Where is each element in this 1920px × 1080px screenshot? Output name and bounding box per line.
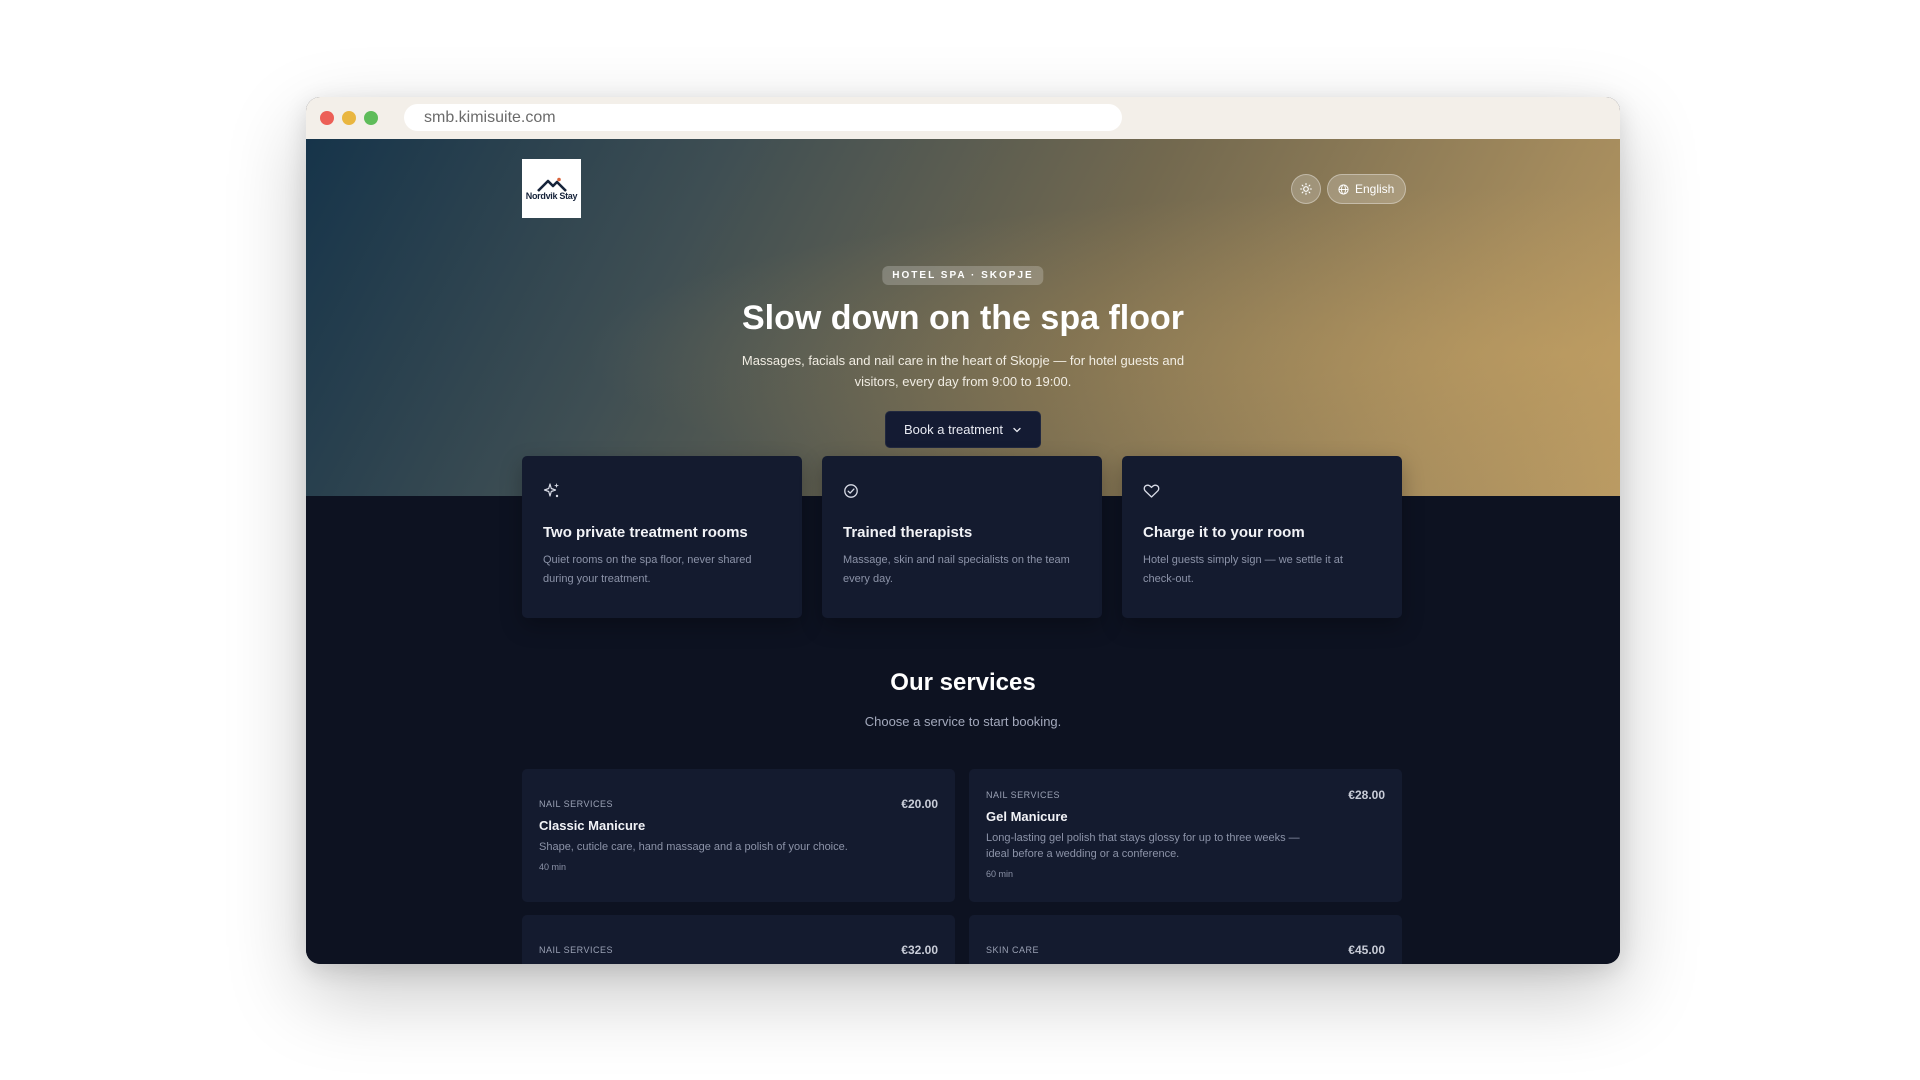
service-card[interactable]: Skin care €45.00 (969, 915, 1402, 964)
feature-cards: Two private treatment rooms Quiet rooms … (522, 456, 1402, 618)
service-category: Nail services (539, 945, 614, 955)
close-window-button[interactable] (320, 111, 334, 125)
logo-text: Nordvik Stay (525, 190, 578, 201)
hero-title: Slow down on the spa floor (742, 299, 1184, 337)
book-treatment-button[interactable]: Book a treatment (885, 411, 1041, 448)
service-name: Classic Manicure (539, 818, 646, 833)
services-subtitle: Choose a service to start booking. (864, 714, 1062, 729)
service-duration: 40 min (539, 862, 567, 872)
address-bar[interactable]: smb.kimisuite.com (404, 104, 1122, 131)
sun-icon (1300, 183, 1312, 195)
feature-title: Trained therapists (843, 524, 973, 541)
globe-icon (1338, 183, 1349, 195)
feature-description: Hotel guests simply sign — we settle it … (1143, 554, 1343, 585)
service-name: Gel Manicure (986, 809, 1068, 824)
services-title: Our services (890, 669, 1036, 696)
feature-title: Charge it to your room (1143, 524, 1305, 541)
feature-card: Trained therapists Massage, skin and nai… (822, 456, 1102, 618)
service-duration: 60 min (986, 869, 1014, 879)
service-price: €45.00 (1348, 943, 1385, 957)
service-category: Nail services (539, 799, 614, 809)
language-selector[interactable]: English (1327, 174, 1407, 204)
minimize-window-button[interactable] (342, 111, 356, 125)
hotel-logo[interactable]: Nordvik Stay (522, 159, 581, 218)
feature-description: Quiet rooms on the spa floor, never shar… (543, 554, 752, 585)
browser-toolbar: smb.kimisuite.com (306, 97, 1620, 139)
service-category: Nail services (986, 790, 1061, 800)
feature-description: Massage, skin and nail specialists on th… (843, 554, 1070, 585)
page-viewport: Nordvik Stay English HOTEL SPA · SKOPJE … (306, 139, 1620, 964)
theme-toggle-button[interactable] (1291, 174, 1321, 204)
feature-title: Two private treatment rooms (543, 524, 748, 541)
service-card[interactable]: Nail services €32.00 (522, 915, 955, 964)
check-circle-icon (844, 484, 858, 498)
location-badge: HOTEL SPA · SKOPJE (882, 266, 1044, 285)
service-category: Skin care (986, 945, 1040, 955)
feature-card: Two private treatment rooms Quiet rooms … (522, 456, 802, 618)
sparkles-icon (543, 483, 559, 498)
service-price: €20.00 (901, 797, 938, 811)
heart-icon (1143, 484, 1160, 498)
book-treatment-label: Book a treatment (904, 422, 1003, 437)
service-card-classic-manicure[interactable]: Nail services €20.00 Classic Manicure Sh… (522, 769, 955, 902)
feature-card: Charge it to your room Hotel guests simp… (1122, 456, 1402, 618)
chevron-down-icon (1013, 427, 1021, 432)
service-price: €32.00 (901, 943, 938, 957)
hero-subtitle: Massages, facials and nail care in the h… (741, 353, 1185, 389)
service-description: Shape, cuticle care, hand massage and a … (539, 841, 848, 853)
service-price: €28.00 (1348, 788, 1385, 802)
language-label: English (1355, 182, 1395, 196)
service-description: Long-lasting gel polish that stays gloss… (986, 832, 1300, 860)
browser-window: smb.kimisuite.com Nordvik Stay English H… (306, 97, 1620, 964)
service-card-gel-manicure[interactable]: Nail services €28.00 Gel Manicure Long-l… (969, 769, 1402, 902)
maximize-window-button[interactable] (364, 111, 378, 125)
services-grid: Nail services €20.00 Classic Manicure Sh… (522, 769, 1402, 964)
